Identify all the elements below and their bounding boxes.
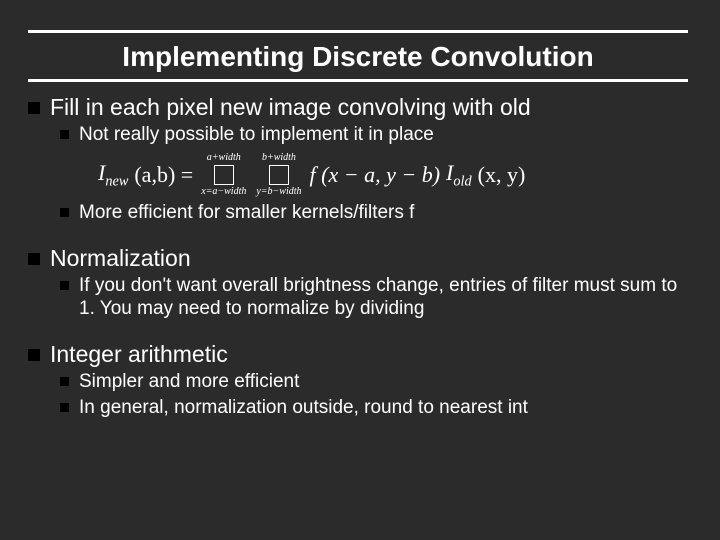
bullet-text: Not really possible to implement it in p… — [79, 123, 434, 147]
bullet-text: Normalization — [50, 245, 191, 272]
sum-box-icon — [269, 165, 289, 185]
bullet-level1: Normalization — [28, 245, 688, 272]
formula-block: Inew (a,b) = a+width x=a−width b+width y… — [98, 153, 688, 197]
rule-top — [28, 30, 688, 33]
formula-sub-old: old — [453, 173, 471, 189]
bullet-text: Simpler and more efficient — [79, 370, 299, 394]
sum-box-icon — [214, 165, 234, 185]
bullet-level2: Simpler and more efficient — [60, 370, 688, 394]
square-bullet-icon — [28, 349, 40, 361]
square-bullet-icon — [60, 208, 69, 217]
square-bullet-icon — [60, 377, 69, 386]
bullet-text: More efficient for smaller kernels/filte… — [79, 201, 414, 225]
sum-lower: y=b−width — [256, 187, 301, 197]
convolution-formula: Inew (a,b) = a+width x=a−width b+width y… — [98, 153, 688, 197]
square-bullet-icon — [60, 403, 69, 412]
square-bullet-icon — [60, 281, 69, 290]
formula-rhs-args: (x, y) — [478, 162, 526, 188]
square-bullet-icon — [28, 102, 40, 114]
bullet-text: Integer arithmetic — [50, 341, 228, 368]
slide-title: Implementing Discrete Convolution — [28, 41, 688, 73]
formula-f-part: f (x − a, y − b) — [310, 162, 441, 188]
rule-under-title — [28, 79, 688, 82]
sum-icon: a+width x=a−width — [201, 153, 246, 197]
formula-lhs-args: (a,b) = — [134, 162, 193, 188]
bullet-level2: More efficient for smaller kernels/filte… — [60, 201, 688, 225]
square-bullet-icon — [28, 253, 40, 265]
bullet-text: If you don't want overall brightness cha… — [79, 274, 688, 322]
bullet-level1: Integer arithmetic — [28, 341, 688, 368]
slide: Implementing Discrete Convolution Fill i… — [0, 0, 720, 540]
formula-sub-new: new — [105, 173, 128, 189]
sum-upper: a+width — [207, 153, 241, 163]
sum-lower: x=a−width — [201, 187, 246, 197]
square-bullet-icon — [60, 130, 69, 139]
bullet-text: Fill in each pixel new image convolving … — [50, 94, 531, 121]
sum-icon: b+width y=b−width — [256, 153, 301, 197]
sum-upper: b+width — [262, 153, 296, 163]
bullet-level2: Not really possible to implement it in p… — [60, 123, 688, 147]
bullet-level2: In general, normalization outside, round… — [60, 396, 688, 420]
bullet-level2: If you don't want overall brightness cha… — [60, 274, 688, 322]
bullet-text: In general, normalization outside, round… — [79, 396, 528, 420]
bullet-level1: Fill in each pixel new image convolving … — [28, 94, 688, 121]
